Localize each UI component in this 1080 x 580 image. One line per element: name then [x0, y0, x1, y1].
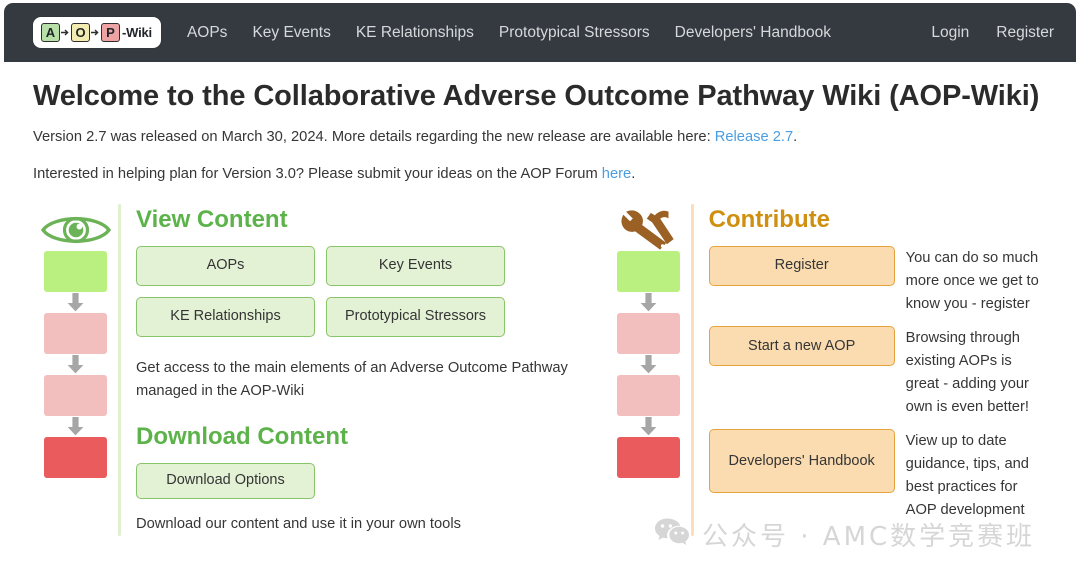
flow-arrow-down-icon	[67, 416, 84, 437]
intro-paragraph-1: Version 2.7 was released on March 30, 20…	[33, 129, 1047, 145]
nav-link-aops[interactable]: AOPs	[187, 24, 227, 42]
flow-box-1	[616, 251, 680, 292]
contribute-description-start-new-aop: Browsing through existing AOPs is great …	[905, 330, 1029, 415]
intro-2-text-after: .	[631, 166, 636, 182]
button-start-a-new-aop[interactable]: Start a new AOP	[708, 326, 895, 367]
brand-suffix-label: -Wiki	[122, 25, 152, 40]
contribute-description-register: You can do so much more once we get to k…	[905, 250, 1039, 312]
flow-box-3	[44, 375, 107, 416]
content-columns: View Content AOPs Key Events KE Relation…	[33, 204, 1047, 536]
contribute-row-start-new-aop: Start a new AOP Browsing through existin…	[708, 326, 1047, 418]
button-developers-handbook[interactable]: Developers' Handbook	[708, 429, 895, 494]
wechat-icon	[655, 517, 689, 552]
eye-icon	[40, 209, 112, 251]
intro-1-text-before: Version 2.7 was released on March 30, 20…	[33, 129, 715, 145]
brand-box-p: P	[101, 23, 120, 42]
tools-icon	[618, 209, 678, 251]
main-content: Welcome to the Collaborative Adverse Out…	[0, 62, 1080, 580]
brand-logo[interactable]: A O P -Wiki	[33, 17, 161, 48]
intro-paragraph-2: Interested in helping plan for Version 3…	[33, 166, 1047, 182]
button-register[interactable]: Register	[708, 246, 895, 286]
view-content-button-grid: AOPs Key Events KE Relationships Prototy…	[136, 246, 606, 337]
button-prototypical-stressors[interactable]: Prototypical Stressors	[326, 297, 505, 337]
intro-1-text-after: .	[793, 129, 798, 145]
button-ke-relationships[interactable]: KE Relationships	[136, 297, 315, 337]
watermark-text: 公众号 · AMC数学竞赛班	[702, 522, 1036, 552]
forum-here-link[interactable]: here	[602, 166, 631, 182]
contribute-row-developers-handbook: Developers' Handbook View up to date gui…	[708, 429, 1047, 521]
flow-box-3	[616, 375, 680, 416]
button-key-events[interactable]: Key Events	[326, 246, 505, 286]
top-navbar: A O P -Wiki AOPs Key Events KE Relations…	[4, 3, 1076, 62]
flow-box-4	[616, 437, 680, 478]
nav-link-login[interactable]: Login	[931, 24, 969, 42]
contribute-body: Contribute Register You can do so much m…	[694, 204, 1047, 536]
nav-links: AOPs Key Events KE Relationships Prototy…	[187, 24, 831, 42]
nav-account-links: Login Register	[931, 24, 1054, 42]
view-content-title: View Content	[136, 206, 288, 233]
nav-link-key-events[interactable]: Key Events	[252, 24, 330, 42]
contribute-row-register: Register You can do so much more once we…	[708, 246, 1047, 315]
download-content-title: Download Content	[136, 422, 348, 450]
flow-box-2	[44, 313, 107, 354]
release-link[interactable]: Release 2.7	[715, 129, 793, 145]
arrow-right-icon	[91, 28, 100, 37]
nav-link-ke-relationships[interactable]: KE Relationships	[356, 24, 474, 42]
download-content-description: Download our content and use it in your …	[136, 515, 461, 532]
flow-box-4	[44, 437, 107, 478]
flow-arrow-down-icon	[640, 292, 657, 313]
page-title: Welcome to the Collaborative Adverse Out…	[33, 80, 1040, 112]
contribute-column: Contribute Register You can do so much m…	[606, 204, 1047, 536]
contribute-description-developers-handbook: View up to date guidance, tips, and best…	[905, 433, 1029, 518]
flow-arrow-down-icon	[67, 354, 84, 375]
brand-box-a: A	[41, 23, 60, 42]
intro-2-text-before: Interested in helping plan for Version 3…	[33, 166, 602, 182]
view-content-column: View Content AOPs Key Events KE Relation…	[33, 204, 606, 536]
aop-flow-diagram	[616, 251, 680, 478]
flow-box-1	[44, 251, 107, 292]
watermark: 公众号 · AMC数学竞赛班	[655, 516, 1035, 553]
aop-flow-diagram	[44, 251, 107, 478]
flow-arrow-down-icon	[640, 416, 657, 437]
view-content-body: View Content AOPs Key Events KE Relation…	[121, 204, 606, 536]
contribute-title: Contribute	[708, 206, 830, 233]
nav-link-developers-handbook[interactable]: Developers' Handbook	[675, 24, 831, 42]
view-content-gutter	[33, 204, 118, 536]
button-download-options[interactable]: Download Options	[136, 462, 315, 499]
flow-arrow-down-icon	[640, 354, 657, 375]
contribute-gutter	[606, 204, 691, 536]
view-content-description: Get access to the main elements of an Ad…	[136, 360, 568, 399]
nav-link-prototypical-stressors[interactable]: Prototypical Stressors	[499, 24, 650, 42]
flow-box-2	[616, 313, 680, 354]
nav-link-register[interactable]: Register	[996, 24, 1054, 42]
brand-box-o: O	[71, 23, 90, 42]
page-root: A O P -Wiki AOPs Key Events KE Relations…	[0, 0, 1080, 580]
button-aops[interactable]: AOPs	[136, 246, 315, 286]
arrow-right-icon	[61, 28, 70, 37]
flow-arrow-down-icon	[67, 292, 84, 313]
